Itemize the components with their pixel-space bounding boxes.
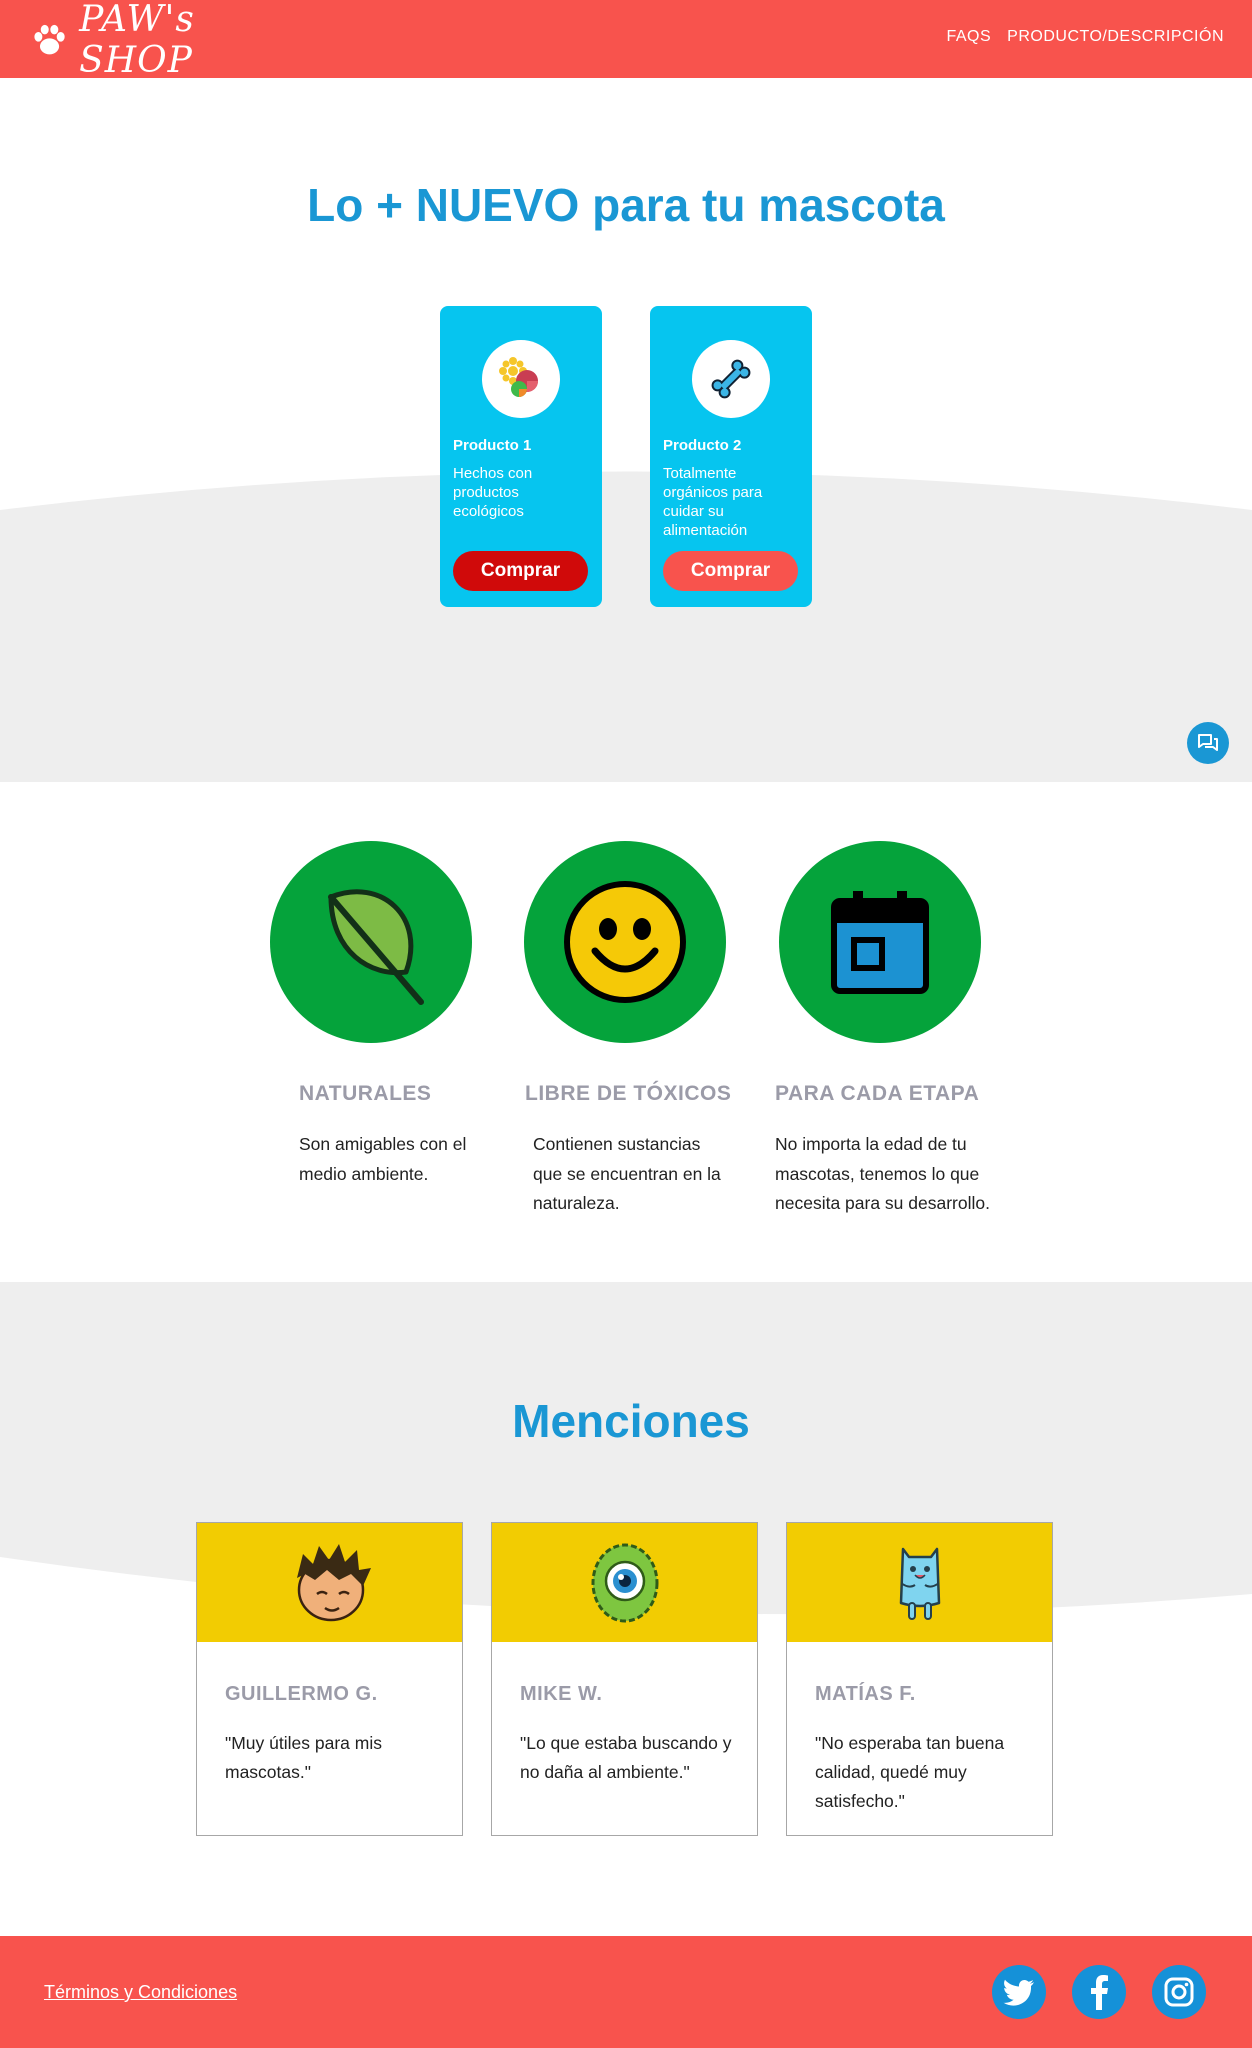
twitter-button[interactable] bbox=[992, 1965, 1046, 2019]
hero-title: Lo + NUEVO para tu mascota bbox=[307, 179, 945, 231]
chat-icon bbox=[1198, 734, 1218, 751]
mention-quote: "No esperaba tan buena calidad, quedé mu… bbox=[815, 1733, 1005, 1811]
twitter-icon bbox=[1003, 1979, 1034, 2006]
instagram-button[interactable] bbox=[1152, 1965, 1206, 2019]
mention-avatar-banner bbox=[197, 1523, 462, 1642]
cat-avatar-icon bbox=[899, 1547, 940, 1620]
site-header: PAW's SHOP FAQS PRODUCTO/DESCRIPCIÓN bbox=[0, 0, 1252, 81]
buy-button-product-1[interactable]: Comprar bbox=[453, 551, 588, 591]
product-card-1: Producto 1 Hechos con productos ecológic… bbox=[440, 306, 602, 607]
mentions-title: Menciones bbox=[512, 1395, 750, 1447]
paw-icon bbox=[34, 24, 65, 55]
flower-pills-icon bbox=[499, 357, 538, 397]
mention-card-2: MIKE W. "Lo que estaba buscando y no dañ… bbox=[491, 1522, 758, 1836]
mention-author: GUILLERMO G. bbox=[225, 1683, 378, 1705]
mention-quote: "Lo que estaba buscando y no daña al amb… bbox=[520, 1733, 732, 1782]
product-name: Producto 1 bbox=[453, 437, 532, 454]
bone-icon bbox=[711, 359, 751, 399]
chat-button[interactable] bbox=[1187, 722, 1229, 764]
nav-link-faqs[interactable]: FAQS bbox=[946, 28, 991, 46]
mentions-section: Menciones GUILLERMO G. "Muy útiles para … bbox=[0, 1282, 1252, 1936]
mention-author: MIKE W. bbox=[520, 1683, 603, 1705]
features-section: NATURALES LIBRE DE TÓXICOS PARA CADA ETA… bbox=[0, 782, 1252, 1282]
feature-title: NATURALES bbox=[299, 1082, 432, 1105]
mention-card-3: MATÍAS F. "No esperaba tan buena calidad… bbox=[786, 1522, 1053, 1836]
feature-title: PARA CADA ETAPA bbox=[775, 1082, 980, 1105]
mention-author: MATÍAS F. bbox=[815, 1683, 916, 1705]
mention-avatar-banner bbox=[787, 1523, 1052, 1642]
mention-quote: "Muy útiles para mis mascotas." bbox=[225, 1733, 382, 1782]
facebook-icon bbox=[1091, 1975, 1108, 2010]
feature-title: LIBRE DE TÓXICOS bbox=[525, 1082, 732, 1105]
product-card-2: Producto 2 Totalmente orgánicos para cui… bbox=[650, 306, 812, 607]
feature-badge-naturales bbox=[270, 841, 472, 1043]
boy-avatar-icon bbox=[296, 1543, 371, 1621]
feature-badge-libre-toxicos bbox=[524, 841, 726, 1043]
main-nav: FAQS PRODUCTO/DESCRIPCIÓN bbox=[946, 28, 1224, 46]
mention-card-1: GUILLERMO G. "Muy útiles para mis mascot… bbox=[196, 1522, 463, 1836]
leaf-icon bbox=[328, 889, 424, 1005]
product-icon-badge bbox=[482, 340, 560, 418]
feature-description: No importa la edad de tu mascotas, tenem… bbox=[775, 1134, 990, 1213]
brand-name: PAW's SHOP bbox=[79, 0, 195, 81]
feature-badge-cada-etapa bbox=[779, 841, 981, 1043]
product-description: Hechos con productos ecológicos bbox=[453, 465, 533, 520]
calendar-icon bbox=[831, 891, 929, 994]
smiley-icon bbox=[564, 881, 686, 1003]
feature-description: Contienen sustancias que se encuentran e… bbox=[533, 1134, 721, 1213]
site-footer: Términos y Condiciones bbox=[0, 1936, 1252, 2048]
feature-description: Son amigables con el medio ambiente. bbox=[299, 1134, 467, 1184]
monster-avatar-icon bbox=[591, 1543, 658, 1622]
terms-link[interactable]: Términos y Condiciones bbox=[44, 1982, 237, 2003]
product-name: Producto 2 bbox=[663, 437, 742, 454]
brand-logo[interactable]: PAW's SHOP bbox=[32, 0, 272, 81]
buy-button-product-2[interactable]: Comprar bbox=[663, 551, 798, 591]
nav-link-producto[interactable]: PRODUCTO/DESCRIPCIÓN bbox=[1007, 28, 1224, 46]
facebook-button[interactable] bbox=[1072, 1965, 1126, 2019]
mention-avatar-banner bbox=[492, 1523, 757, 1642]
product-icon-badge bbox=[692, 340, 770, 418]
instagram-icon bbox=[1164, 1977, 1194, 2007]
hero-section: Lo + NUEVO para tu mascota Producto 1 He… bbox=[0, 78, 1252, 782]
product-description: Totalmente orgánicos para cuidar su alim… bbox=[663, 465, 763, 539]
